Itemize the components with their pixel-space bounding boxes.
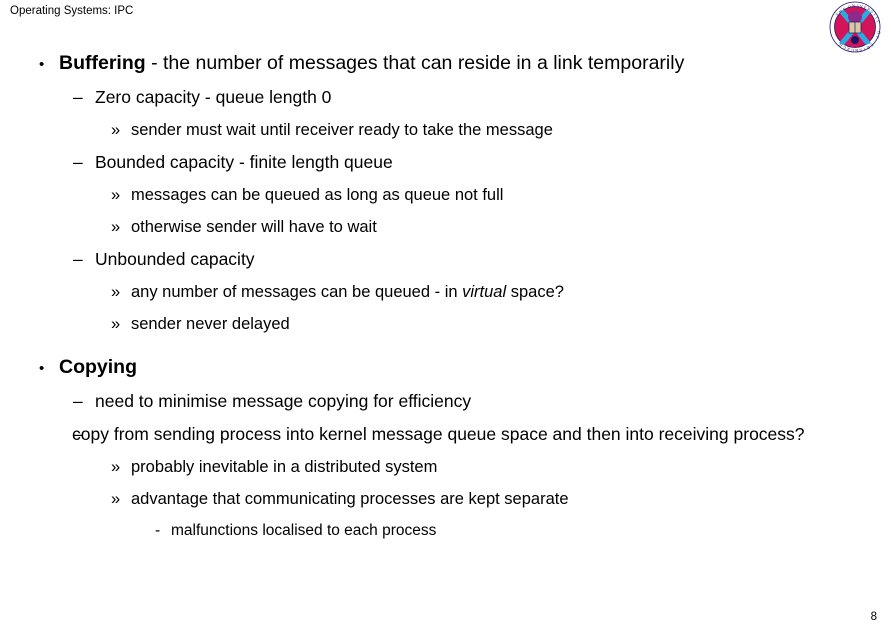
bullet-marker-level2: – bbox=[73, 152, 83, 172]
bullet-level3-sender-must-wait: » sender must wait until receiver ready … bbox=[0, 120, 891, 140]
bullet-level2-unbounded-capacity: – Unbounded capacity bbox=[0, 249, 891, 270]
bullet-level4-malfunctions-localised: - malfunctions localised to each process bbox=[0, 521, 891, 540]
bullet-text: copy from sending process into kernel me… bbox=[72, 424, 805, 444]
bullet-text: malfunctions localised to each process bbox=[171, 522, 437, 539]
bullet-marker-level3: » bbox=[111, 490, 121, 508]
bullet-marker-level2: – bbox=[73, 391, 83, 411]
bullet-marker-level3: » bbox=[111, 218, 121, 236]
bullet-marker-level3: » bbox=[111, 458, 121, 476]
university-crest-logo: T H E U N I V E R S I T Y O F E D I N B bbox=[824, 1, 886, 53]
bullet-level3-distributed-system: » probably inevitable in a distributed s… bbox=[0, 457, 891, 477]
bullet-level2-copy-kernel-queue: – copy from sending process into kernel … bbox=[0, 424, 891, 445]
slide-header-title: Operating Systems: IPC bbox=[10, 5, 134, 17]
bullet-level3-kept-separate: » advantage that communicating processes… bbox=[0, 489, 891, 509]
crest-icon: T H E U N I V E R S I T Y O F E D I N B bbox=[829, 1, 882, 53]
bullet-text: Copying bbox=[59, 356, 891, 379]
bullet-text: advantage that communicating processes a… bbox=[131, 490, 569, 508]
bullet-level3-otherwise-wait: » otherwise sender will have to wait bbox=[0, 217, 891, 237]
bullet-marker-level3: » bbox=[111, 121, 121, 139]
bullet-text: sender never delayed bbox=[131, 315, 290, 333]
bullet-text: otherwise sender will have to wait bbox=[131, 218, 377, 236]
bullet-text: Unbounded capacity bbox=[95, 249, 255, 269]
bullet-marker-level3: » bbox=[111, 186, 121, 204]
bullet-marker-level4: - bbox=[155, 522, 161, 539]
bullet-marker-level2: – bbox=[73, 87, 83, 107]
bullet-text: Buffering - the number of messages that … bbox=[59, 52, 891, 75]
bullet-level3-messages-queued: » messages can be queued as long as queu… bbox=[0, 185, 891, 205]
bullet-marker-level1: • bbox=[39, 56, 45, 73]
slide-page-number: 8 bbox=[870, 611, 877, 623]
bullet-level1-buffering: • Buffering - the number of messages tha… bbox=[0, 52, 891, 75]
svg-text:V: V bbox=[860, 3, 863, 8]
bullet-level3-any-number-virtual-space: » any number of messages can be queued -… bbox=[0, 282, 891, 302]
bullet-text-pre: any number of messages can be queued - i… bbox=[131, 283, 463, 301]
bullet-text: probably inevitable in a distributed sys… bbox=[131, 458, 438, 476]
bullet-marker-level3: » bbox=[111, 315, 121, 333]
bullet-text: sender must wait until receiver ready to… bbox=[131, 121, 553, 139]
bullet-text-italic: virtual bbox=[462, 283, 507, 301]
bullet-lead-bold: Copying bbox=[59, 356, 137, 378]
bullet-rest: - the number of messages that can reside… bbox=[145, 52, 685, 74]
bullet-text: Zero capacity - queue length 0 bbox=[95, 87, 332, 107]
bullet-level1-copying: • Copying bbox=[0, 356, 891, 379]
bullet-text: any number of messages can be queued - i… bbox=[131, 282, 891, 302]
bullet-text: Bounded capacity - finite length queue bbox=[95, 152, 393, 172]
bullet-lead-bold: Buffering bbox=[59, 52, 146, 74]
bullet-level2-zero-capacity: – Zero capacity - queue length 0 bbox=[0, 87, 891, 108]
slide-body: • Buffering - the number of messages tha… bbox=[0, 52, 891, 550]
bullet-text-post: space? bbox=[506, 283, 564, 301]
bullet-marker-level1: • bbox=[39, 360, 45, 377]
bullet-text: messages can be queued as long as queue … bbox=[131, 186, 504, 204]
bullet-level3-sender-never-delayed: » sender never delayed bbox=[0, 314, 891, 334]
bullet-marker-level3: » bbox=[111, 283, 121, 301]
bullet-text: need to minimise message copying for eff… bbox=[95, 391, 472, 411]
bullet-level2-minimise-copying: – need to minimise message copying for e… bbox=[0, 391, 891, 412]
bullet-marker-level2: – bbox=[73, 424, 83, 444]
presentation-slide: Operating Systems: IPC T H E U N I V E R… bbox=[0, 0, 891, 630]
bullet-marker-level2: – bbox=[73, 249, 83, 269]
bullet-level2-bounded-capacity: – Bounded capacity - finite length queue bbox=[0, 152, 891, 173]
